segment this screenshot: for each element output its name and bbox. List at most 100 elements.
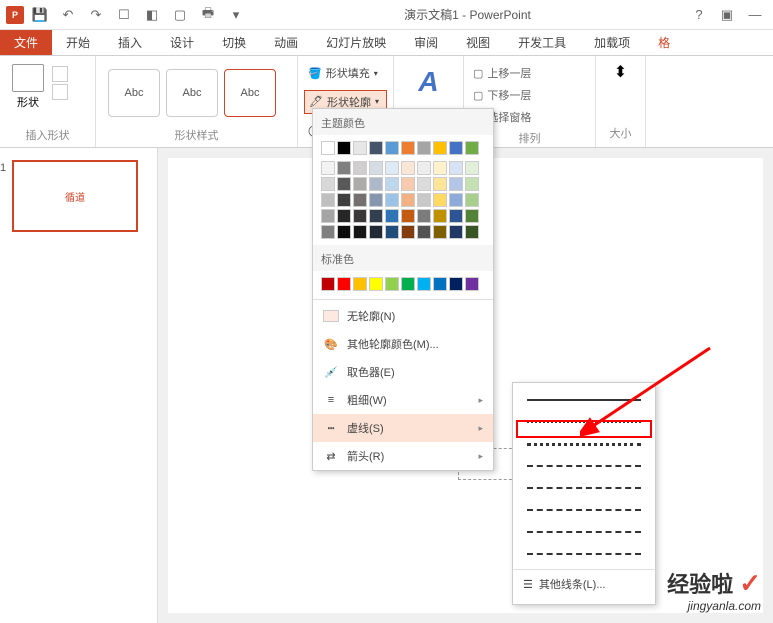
- color-swatch[interactable]: [385, 141, 399, 155]
- slide-thumbnail-1[interactable]: 1 循道: [12, 160, 138, 232]
- color-swatch[interactable]: [321, 209, 335, 223]
- color-swatch[interactable]: [449, 193, 463, 207]
- color-swatch[interactable]: [433, 277, 447, 291]
- dash-long-dash-dot-dot[interactable]: [513, 543, 655, 565]
- tab-slideshow[interactable]: 幻灯片放映: [312, 30, 400, 55]
- color-swatch[interactable]: [369, 209, 383, 223]
- dash-long-dash[interactable]: [513, 499, 655, 521]
- style-preset-3[interactable]: Abc: [224, 69, 276, 117]
- qat-icon-1[interactable]: ☐: [112, 3, 136, 27]
- print-icon[interactable]: 🖶: [196, 3, 220, 27]
- color-swatch[interactable]: [369, 177, 383, 191]
- color-swatch[interactable]: [337, 141, 351, 155]
- tab-design[interactable]: 设计: [156, 30, 208, 55]
- color-swatch[interactable]: [337, 161, 351, 175]
- color-swatch[interactable]: [465, 193, 479, 207]
- undo-icon[interactable]: ↶: [56, 3, 80, 27]
- color-swatch[interactable]: [321, 177, 335, 191]
- color-swatch[interactable]: [385, 225, 399, 239]
- color-swatch[interactable]: [401, 161, 415, 175]
- style-preset-2[interactable]: Abc: [166, 69, 218, 117]
- color-swatch[interactable]: [465, 209, 479, 223]
- tab-insert[interactable]: 插入: [104, 30, 156, 55]
- tab-home[interactable]: 开始: [52, 30, 104, 55]
- dash-dash-dot[interactable]: [513, 477, 655, 499]
- size-icon[interactable]: ⬍: [614, 62, 627, 82]
- minimize-icon[interactable]: —: [743, 3, 767, 27]
- color-swatch[interactable]: [433, 141, 447, 155]
- text-box-icon[interactable]: [52, 84, 68, 100]
- tab-animations[interactable]: 动画: [260, 30, 312, 55]
- color-swatch[interactable]: [465, 225, 479, 239]
- color-swatch[interactable]: [353, 209, 367, 223]
- weight-item[interactable]: ≡ 粗细(W) ▸: [313, 386, 493, 414]
- tab-transitions[interactable]: 切换: [208, 30, 260, 55]
- color-swatch[interactable]: [337, 225, 351, 239]
- color-swatch[interactable]: [385, 177, 399, 191]
- more-lines-item[interactable]: ☰ 其他线条(L)...: [513, 569, 655, 598]
- color-swatch[interactable]: [465, 277, 479, 291]
- more-colors-item[interactable]: 🎨 其他轮廓颜色(M)...: [313, 330, 493, 358]
- color-swatch[interactable]: [369, 225, 383, 239]
- eyedropper-item[interactable]: 💉 取色器(E): [313, 358, 493, 386]
- style-preset-1[interactable]: Abc: [108, 69, 160, 117]
- qat-more-icon[interactable]: ▾: [224, 3, 248, 27]
- color-swatch[interactable]: [433, 225, 447, 239]
- qat-icon-2[interactable]: ◧: [140, 3, 164, 27]
- color-swatch[interactable]: [417, 277, 431, 291]
- dash-solid[interactable]: [513, 389, 655, 411]
- color-swatch[interactable]: [337, 193, 351, 207]
- color-swatch[interactable]: [385, 193, 399, 207]
- send-backward-button[interactable]: ▢ 下移一层: [470, 84, 589, 106]
- color-swatch[interactable]: [465, 141, 479, 155]
- color-swatch[interactable]: [321, 161, 335, 175]
- color-swatch[interactable]: [369, 161, 383, 175]
- color-swatch[interactable]: [449, 141, 463, 155]
- color-swatch[interactable]: [321, 225, 335, 239]
- color-swatch[interactable]: [449, 209, 463, 223]
- color-swatch[interactable]: [401, 277, 415, 291]
- dash-round-dot[interactable]: [513, 411, 655, 433]
- dash-dash[interactable]: [513, 455, 655, 477]
- color-swatch[interactable]: [433, 177, 447, 191]
- tab-addins[interactable]: 加载项: [580, 30, 644, 55]
- color-swatch[interactable]: [353, 193, 367, 207]
- dash-square-dot[interactable]: [513, 433, 655, 455]
- shape-fill-button[interactable]: 🪣 形状填充 ▾: [304, 62, 387, 84]
- new-icon[interactable]: ▢: [168, 3, 192, 27]
- color-swatch[interactable]: [353, 161, 367, 175]
- color-swatch[interactable]: [417, 193, 431, 207]
- color-swatch[interactable]: [321, 277, 335, 291]
- color-swatch[interactable]: [465, 177, 479, 191]
- tab-review[interactable]: 审阅: [400, 30, 452, 55]
- color-swatch[interactable]: [401, 225, 415, 239]
- save-icon[interactable]: 💾: [28, 3, 52, 27]
- color-swatch[interactable]: [385, 277, 399, 291]
- tab-view[interactable]: 视图: [452, 30, 504, 55]
- arrows-item[interactable]: ⇄ 箭头(R) ▸: [313, 442, 493, 470]
- color-swatch[interactable]: [369, 141, 383, 155]
- color-swatch[interactable]: [385, 209, 399, 223]
- color-swatch[interactable]: [369, 277, 383, 291]
- color-swatch[interactable]: [465, 161, 479, 175]
- color-swatch[interactable]: [417, 141, 431, 155]
- color-swatch[interactable]: [337, 277, 351, 291]
- color-swatch[interactable]: [449, 277, 463, 291]
- color-swatch[interactable]: [417, 225, 431, 239]
- no-outline-item[interactable]: 无轮廓(N): [313, 302, 493, 330]
- color-swatch[interactable]: [449, 225, 463, 239]
- color-swatch[interactable]: [353, 141, 367, 155]
- color-swatch[interactable]: [401, 177, 415, 191]
- wordart-styles[interactable]: A: [400, 62, 457, 102]
- color-swatch[interactable]: [337, 209, 351, 223]
- tab-file[interactable]: 文件: [0, 30, 52, 55]
- color-swatch[interactable]: [433, 161, 447, 175]
- color-swatch[interactable]: [353, 177, 367, 191]
- color-swatch[interactable]: [401, 209, 415, 223]
- color-swatch[interactable]: [433, 193, 447, 207]
- color-swatch[interactable]: [417, 177, 431, 191]
- color-swatch[interactable]: [385, 161, 399, 175]
- tab-format[interactable]: 格: [644, 30, 684, 55]
- color-swatch[interactable]: [401, 141, 415, 155]
- redo-icon[interactable]: ↷: [84, 3, 108, 27]
